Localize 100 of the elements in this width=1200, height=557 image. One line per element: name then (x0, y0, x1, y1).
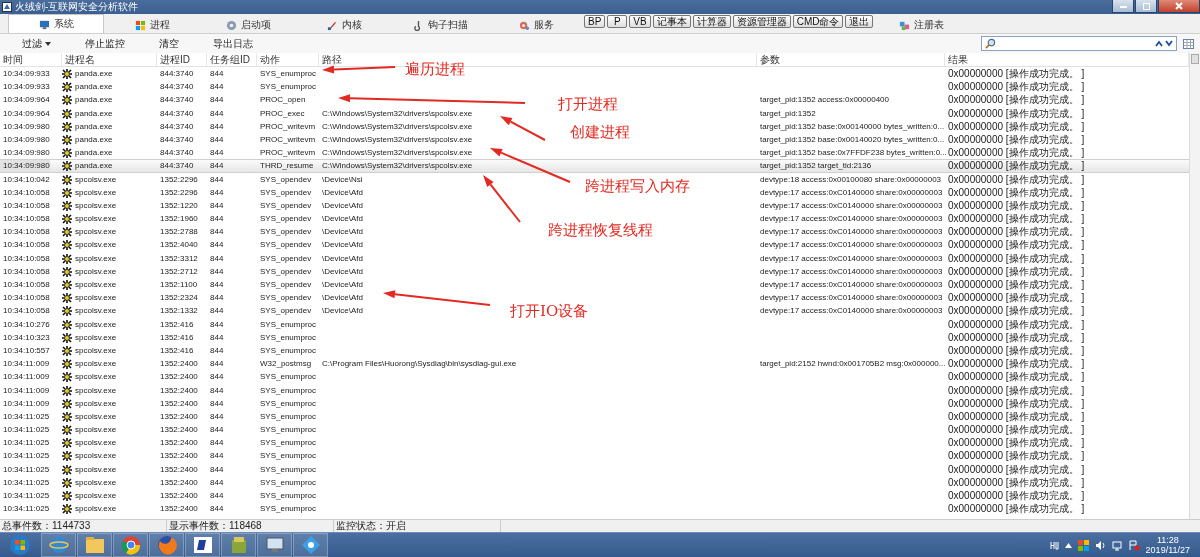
table-cell[interactable]: 10:34:10:058 (0, 265, 50, 278)
table-cell: spcolsv.exe (75, 397, 117, 410)
quick-button[interactable]: 退出 (845, 15, 874, 28)
table-cell[interactable]: 10:34:11:025 (0, 476, 50, 489)
table-cell-text: 0x00000000 [操作成功完成。 ] (947, 120, 1085, 133)
quick-button[interactable]: VB (629, 15, 651, 28)
table-cell: spcolsv.exe (75, 490, 117, 502)
toolbar-button[interactable]: 清空 (155, 36, 183, 51)
table-cell[interactable]: 10:34:10:323 (0, 331, 50, 344)
table-cell[interactable]: 10:34:10:058 (0, 305, 50, 318)
scrollbar[interactable] (1189, 53, 1200, 519)
grid-icon[interactable] (1183, 38, 1194, 49)
diamond-icon (300, 535, 321, 555)
table-cell[interactable]: 10:34:09:964 (0, 94, 50, 107)
table-cell-text: SYS_enumproc (259, 437, 317, 450)
table-cell-text: devtype:17 access:0xC0140000 share:0x00000003 (759, 305, 943, 318)
table-cell[interactable]: 10:34:11:009 (0, 397, 50, 410)
table-cell[interactable]: 10:34:11:009 (0, 371, 50, 384)
tab[interactable]: 进程 (104, 16, 200, 33)
table-cell[interactable]: 10:34:11:025 (0, 463, 50, 476)
speaker-icon[interactable] (1094, 539, 1106, 551)
column-header[interactable]: 进程名 (62, 53, 157, 66)
table-cell[interactable]: 10:34:10:276 (0, 318, 50, 331)
close-button[interactable] (1158, 0, 1200, 13)
table-cell[interactable]: 10:34:10:058 (0, 186, 50, 199)
caret-up-icon[interactable] (1064, 542, 1072, 548)
table-cell[interactable]: 10:34:11:009 (0, 358, 50, 371)
chevron-down-icon[interactable] (1165, 40, 1173, 47)
table-cell[interactable]: 10:34:11:025 (0, 424, 50, 437)
column-header[interactable]: 参数 (757, 53, 945, 66)
table-cell[interactable]: 10:34:11:025 (0, 490, 50, 502)
network-icon[interactable] (1111, 539, 1123, 551)
table-cell[interactable]: 10:34:11:025 (0, 450, 50, 463)
table-cell-text: 0x00000000 [操作成功完成。 ] (947, 81, 1085, 94)
table-cell: spcolsv.exe (75, 450, 117, 463)
table-cell[interactable]: 10:34:09:980 (0, 133, 50, 146)
filter-dropdown[interactable]: 过滤 (18, 36, 55, 51)
column-header[interactable]: 任务组ID (207, 53, 257, 66)
restore-button[interactable] (1135, 0, 1157, 13)
quick-button[interactable]: 计算器 (692, 15, 731, 28)
table-cell[interactable]: 10:34:11:009 (0, 384, 50, 397)
taskbar-button[interactable] (185, 533, 220, 557)
flag-icon[interactable] (1128, 539, 1140, 551)
tab[interactable]: 系统 (8, 14, 104, 33)
table-cell: spcolsv.exe (75, 410, 117, 423)
tab[interactable]: 注册表 (873, 16, 970, 33)
table-cell[interactable]: 10:34:09:980 (0, 147, 50, 160)
quick-button[interactable]: 资源管理器 (732, 15, 791, 28)
clock-date: 2019/11/27 (1145, 545, 1190, 555)
clock[interactable]: 11:28 2019/11/27 (1145, 535, 1190, 555)
table-cell[interactable]: 10:34:11:025 (0, 410, 50, 423)
table-cell[interactable]: 10:34:10:058 (0, 199, 50, 212)
taskbar-button[interactable] (293, 533, 328, 557)
table-cell[interactable]: 10:34:10:058 (0, 226, 50, 239)
quick-button[interactable]: BP (584, 15, 606, 28)
minimize-button[interactable] (1112, 0, 1134, 13)
table-cell-text: 844 (209, 213, 224, 226)
minimize-icon (1119, 4, 1127, 8)
table-cell[interactable]: 10:34:11:025 (0, 503, 50, 516)
tab[interactable]: 内核 (296, 16, 392, 33)
table-cell[interactable]: 10:34:10:058 (0, 239, 50, 252)
search-field[interactable] (981, 36, 1177, 51)
taskbar-button[interactable] (257, 533, 292, 557)
table-cell[interactable]: 10:34:10:557 (0, 344, 50, 357)
table-cell-text: SYS_enumproc (259, 318, 317, 331)
chevron-up-icon[interactable] (1155, 40, 1163, 47)
table-cell: panda.exe (75, 68, 113, 80)
table-cell[interactable]: 10:34:09:964 (0, 107, 50, 120)
table-cell-text: 0x00000000 [操作成功完成。 ] (947, 147, 1085, 160)
table-cell-text: \Device\Afd (321, 252, 363, 265)
table-cell: panda.exe (75, 81, 113, 94)
table-cell[interactable]: 10:34:09:980 (0, 120, 50, 133)
toolbar-button[interactable]: 停止监控 (81, 36, 129, 51)
quick-button[interactable]: CMD命令 (792, 15, 844, 28)
tab[interactable]: 钩子扫描 (392, 16, 488, 33)
quick-button[interactable]: P (607, 15, 628, 28)
quick-button[interactable]: 记事本 (652, 15, 691, 28)
tab[interactable]: 服务 (488, 16, 584, 33)
tab[interactable]: 启动项 (200, 16, 296, 33)
table-cell[interactable]: 10:34:09:933 (0, 68, 50, 80)
column-header[interactable]: 时间 (0, 53, 62, 66)
column-header[interactable]: 进程ID (157, 53, 207, 66)
table-cell[interactable]: 10:34:11:025 (0, 437, 50, 450)
table-cell-text: target_pid:1352 base:0x00140000 bytes_written:0... (759, 120, 945, 133)
table-cell[interactable]: 10:34:10:058 (0, 252, 50, 265)
table-cell-text: SYS_opendev (259, 292, 312, 305)
table-cell[interactable]: 10:34:09:980 (0, 160, 50, 173)
table-cell[interactable]: 10:34:10:058 (0, 213, 50, 226)
toolbar-button[interactable]: 导出日志 (209, 36, 257, 51)
table-cell[interactable]: 10:34:10:042 (0, 173, 50, 186)
table-cell[interactable]: 10:34:10:058 (0, 292, 50, 305)
column-header[interactable]: 动作 (257, 53, 319, 66)
table-cell-text: 844 (209, 318, 224, 331)
table-cell-text: 844:3740 (159, 133, 194, 146)
tiles-icon[interactable] (1077, 539, 1089, 551)
table-cell-text: SYS_enumproc (259, 450, 317, 463)
table-cell-text: 844:3740 (159, 147, 194, 160)
table-cell-text: 844:3740 (159, 68, 194, 80)
table-cell[interactable]: 10:34:09:933 (0, 81, 50, 94)
table-cell[interactable]: 10:34:10:058 (0, 279, 50, 291)
